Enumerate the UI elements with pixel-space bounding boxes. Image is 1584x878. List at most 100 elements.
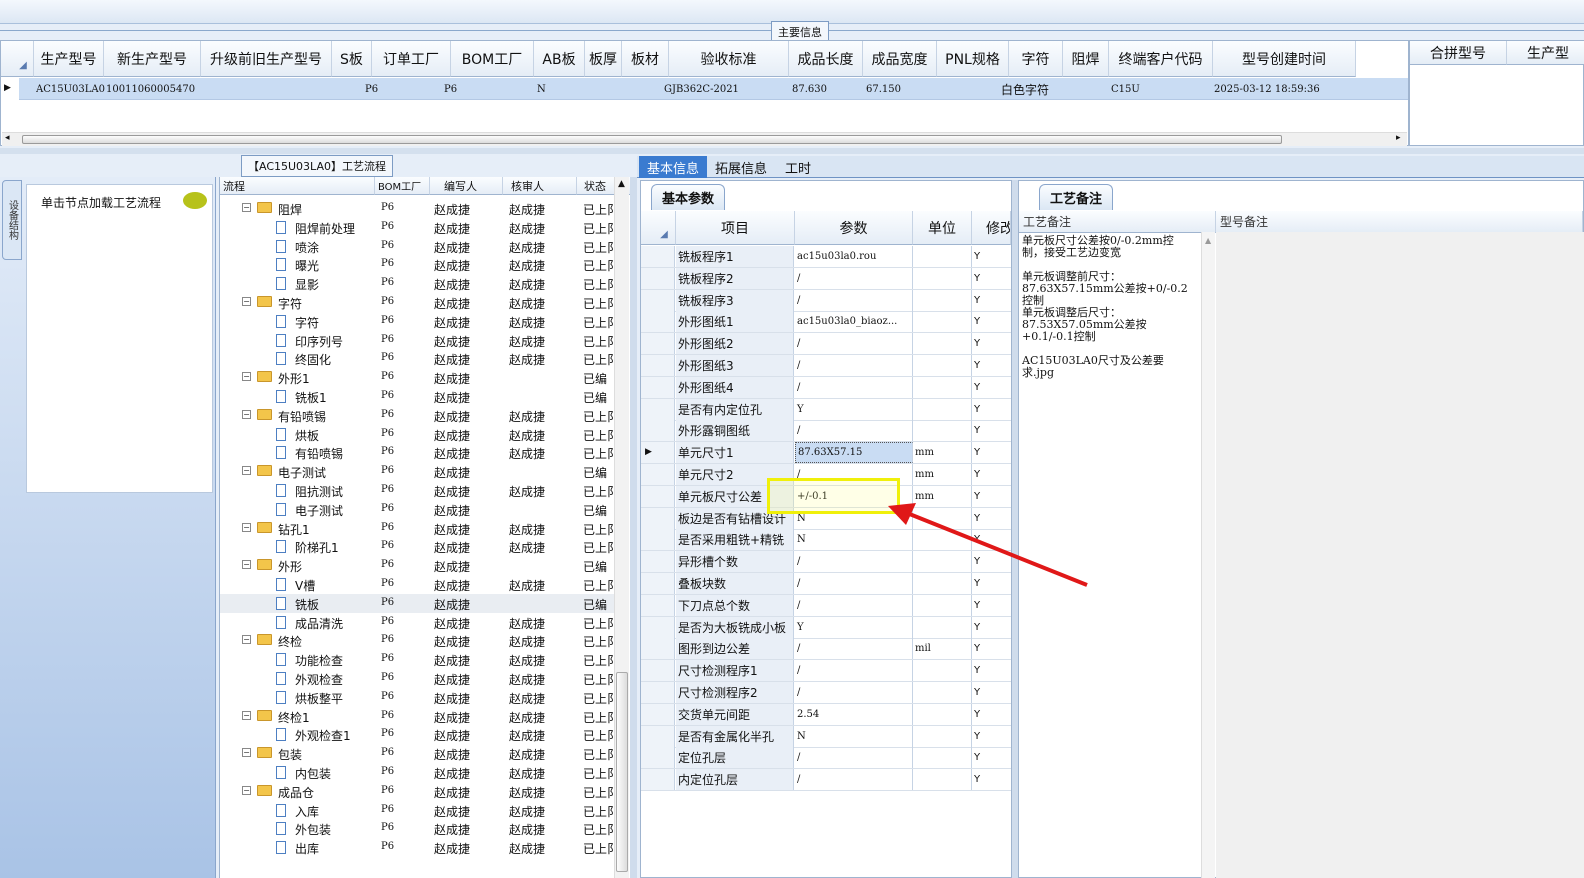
tree-row[interactable]: 喷涂 P6 赵成捷 赵成捷 已上阝	[220, 237, 620, 256]
collapse-icon[interactable]: −	[242, 466, 251, 476]
tree-row[interactable]: 有铅喷锡 P6 赵成捷 赵成捷 已上阝	[220, 443, 620, 462]
tree-row[interactable]: − 终检 P6 赵成捷 赵成捷 已上阝	[220, 631, 620, 650]
param-modify[interactable]: Y	[972, 290, 1011, 311]
param-row[interactable]: 图形到边公差 / mil Y	[641, 638, 1011, 661]
param-row[interactable]: 外形露铜图纸 / Y	[641, 420, 1011, 443]
tree-row[interactable]: 字符 P6 赵成捷 赵成捷 已上阝	[220, 312, 620, 331]
col-header[interactable]: 终端客户代码	[1109, 41, 1213, 77]
scroll-up-icon[interactable]: ▲	[1205, 236, 1215, 245]
param-value[interactable]: /	[795, 682, 913, 703]
param-modify[interactable]: Y	[972, 704, 1011, 725]
col-header-bom-factory[interactable]: BOM工厂	[375, 177, 430, 195]
table-cell[interactable]: P6	[444, 79, 457, 99]
col-header-param[interactable]: 参数	[795, 211, 913, 245]
param-modify[interactable]: Y	[972, 399, 1011, 420]
param-modify[interactable]: Y	[972, 747, 1011, 768]
tree-row[interactable]: 电子测试 P6 赵成捷 已编	[220, 500, 620, 519]
param-value[interactable]: /	[795, 638, 913, 660]
param-row[interactable]: 尺寸检测程序1/ Y	[641, 660, 1011, 683]
param-value[interactable]: /	[795, 769, 913, 791]
param-modify[interactable]: Y	[972, 682, 1011, 703]
param-value[interactable]: ac15u03la0_biaoz...	[795, 311, 913, 333]
table-cell[interactable]: AC15U03LA0	[36, 79, 105, 99]
tree-row[interactable]: 铣板1 P6 赵成捷 已编	[220, 387, 620, 406]
param-value[interactable]: /	[795, 289, 913, 311]
merge-model-grid[interactable]: 合拼型号 生产型	[1409, 40, 1584, 146]
table-cell[interactable]: N	[537, 79, 546, 99]
col-header-model-notes[interactable]: 型号备注	[1216, 211, 1583, 233]
col-header-modify[interactable]: 修改	[972, 211, 1011, 245]
tree-row[interactable]: 功能检查 P6 赵成捷 赵成捷 已上阝	[220, 650, 620, 669]
col-header[interactable]: 字符	[1009, 41, 1063, 77]
param-modify[interactable]: Y	[972, 442, 1011, 463]
tree-row[interactable]: 内包装 P6 赵成捷 赵成捷 已上阝	[220, 763, 620, 782]
col-header[interactable]: 成品长度	[789, 41, 863, 77]
tree-row[interactable]: − 阻焊 P6 赵成捷 赵成捷 已上阝	[220, 199, 620, 218]
col-header[interactable]: 订单工厂	[372, 41, 451, 77]
scroll-up-icon[interactable]: ▲	[618, 179, 625, 189]
param-row[interactable]: 是否有内定位孔 Y Y	[641, 398, 1011, 421]
param-value[interactable]: /	[795, 594, 913, 616]
param-row[interactable]: 外形图纸3/ Y	[641, 355, 1011, 377]
col-header[interactable]: 生产型号	[34, 41, 104, 77]
param-value[interactable]: /	[795, 333, 913, 355]
tree-row[interactable]: 阻抗测试 P6 赵成捷 赵成捷 已上阝	[220, 481, 620, 500]
tree-row[interactable]: 外观检查 P6 赵成捷 赵成捷 已上阝	[220, 669, 620, 688]
tab-basic-info[interactable]: 基本信息	[639, 156, 708, 178]
param-value[interactable]: ac15u03la0.rou	[795, 246, 913, 267]
param-modify[interactable]: Y	[972, 617, 1011, 638]
param-value[interactable]: 2.54	[795, 703, 913, 725]
tree-row[interactable]: − 外形1 P6 赵成捷 已编	[220, 368, 620, 387]
collapse-icon[interactable]: −	[242, 785, 251, 795]
tree-row[interactable]: 阶梯孔1 P6 赵成捷 赵成捷 已上阝	[220, 537, 620, 556]
collapse-icon[interactable]: −	[242, 372, 251, 382]
param-row[interactable]: 内定位孔层 / Y	[641, 769, 1011, 792]
param-value[interactable]: /	[795, 355, 913, 376]
process-notes-subtab[interactable]: 工艺备注	[1039, 184, 1114, 210]
param-value[interactable]: /	[795, 267, 913, 289]
collapse-icon[interactable]: −	[242, 522, 251, 532]
param-row[interactable]: 外形图纸2/ Y	[641, 333, 1011, 356]
tree-row[interactable]: 入库 P6 赵成捷 赵成捷 已上阝	[220, 801, 620, 820]
param-row[interactable]: 外形图纸4/ Y	[641, 376, 1011, 399]
param-modify[interactable]: Y	[972, 246, 1011, 267]
tree-row[interactable]: 成品清洗 P6 赵成捷 赵成捷 已上阝	[220, 613, 620, 632]
param-modify[interactable]: Y	[972, 638, 1011, 659]
tree-row[interactable]: 外观检查1 P6 赵成捷 赵成捷 已上阝	[220, 725, 620, 744]
collapse-icon[interactable]: −	[242, 203, 251, 212]
panel-splitter[interactable]	[0, 148, 1584, 154]
param-modify[interactable]: Y	[972, 769, 1011, 790]
table-cell[interactable]: 2025-03-12 18:59:36	[1214, 79, 1320, 99]
col-header-flow[interactable]: 流程	[220, 177, 375, 195]
notes-scrollbar[interactable]: ▲	[1201, 232, 1215, 878]
param-modify[interactable]: Y	[972, 333, 1011, 354]
process-flow-tree[interactable]: 流程 BOM工厂 编写人 核审人 状态 −阻焊P6赵成捷赵成捷已上阝阻焊前处理P…	[219, 177, 630, 878]
col-header[interactable]: 板厚	[585, 41, 622, 77]
model-notes-area[interactable]	[1216, 232, 1584, 878]
col-header[interactable]: S板	[332, 41, 372, 77]
tree-row[interactable]: 烘板整平 P6 赵成捷 赵成捷 已上阝	[220, 688, 620, 707]
col-header[interactable]: 型号创建时间	[1213, 41, 1356, 77]
col-header[interactable]: 阻焊	[1063, 41, 1109, 77]
param-value[interactable]: Y	[795, 398, 913, 420]
tree-row[interactable]: V槽 P6 赵成捷 赵成捷 已上阝	[220, 575, 620, 594]
scroll-thumb[interactable]	[616, 672, 628, 872]
param-modify[interactable]: Y	[972, 311, 1011, 332]
tree-row[interactable]: 曝光 P6 赵成捷 赵成捷 已上阝	[220, 255, 620, 274]
equipment-structure-tab[interactable]: 设备结构	[2, 180, 22, 260]
param-value[interactable]: /	[795, 420, 913, 442]
tree-row[interactable]: 出库 P6 赵成捷 赵成捷 已上阝	[220, 838, 620, 857]
scroll-thumb[interactable]	[22, 135, 1282, 144]
tab-work-hours[interactable]: 工时	[777, 156, 819, 178]
param-modify[interactable]: Y	[972, 595, 1011, 616]
col-header-process-notes[interactable]: 工艺备注	[1019, 211, 1216, 233]
tree-row[interactable]: 阻焊前处理 P6 赵成捷 赵成捷 已上阝	[220, 218, 620, 237]
param-value[interactable]: 87.63X57.15	[795, 442, 913, 464]
param-row[interactable]: 是否有金属化半孔 N Y	[641, 725, 1011, 748]
param-modify[interactable]: Y	[972, 726, 1011, 747]
table-cell[interactable]: 87.630	[792, 79, 827, 99]
param-row[interactable]: 铣板程序1 ac15u03la0.rou Y	[641, 246, 1011, 268]
tree-row[interactable]: 显影 P6 赵成捷 赵成捷 已上阝	[220, 274, 620, 293]
param-modify[interactable]: Y	[972, 660, 1011, 681]
param-modify[interactable]: Y	[972, 268, 1011, 289]
